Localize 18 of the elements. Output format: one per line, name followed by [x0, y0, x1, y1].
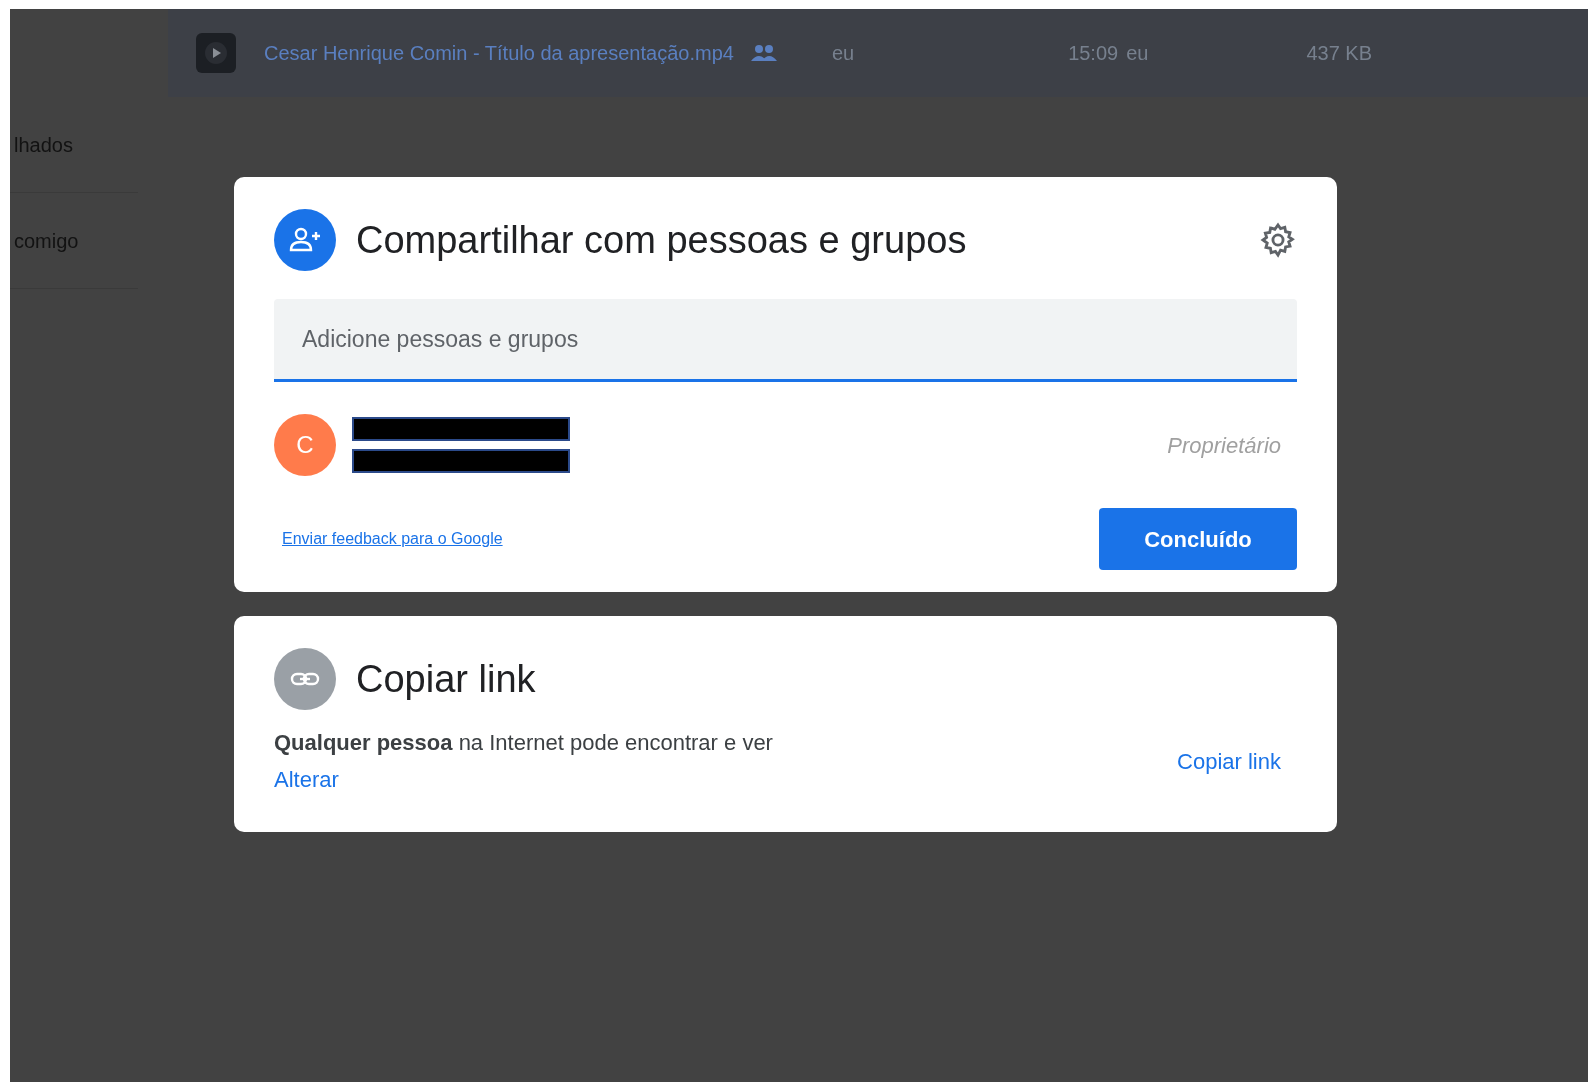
change-link[interactable]: Alterar [274, 763, 339, 796]
dialog-title: Compartilhar com pessoas e grupos [356, 217, 967, 263]
avatar: C [274, 414, 336, 476]
file-name: Cesar Henrique Comin - Título da apresentação.mp4 [264, 41, 734, 66]
done-button[interactable]: Concluído [1099, 508, 1297, 570]
role-label: Proprietário [1167, 431, 1281, 460]
file-size: 437 KB [1306, 41, 1373, 66]
search-field[interactable]: Adicione pessoas e grupos [274, 299, 1297, 382]
owner-text: eu [831, 41, 855, 66]
settings-icon[interactable] [1259, 221, 1297, 259]
access-description: Qualquer pessoa na Internet pode encontrar e ver [274, 729, 773, 757]
copy-link-button[interactable]: Copiar link [1177, 744, 1281, 778]
modified-time: 15:09 [1068, 41, 1119, 66]
feedback-link[interactable]: Enviar feedback para o Google [282, 527, 503, 551]
dialog-title: Copiar link [356, 656, 536, 702]
modified-by-text: eu [1126, 41, 1149, 66]
video-thumbnail-icon [196, 33, 236, 73]
file-row[interactable]: Cesar Henrique Comin - Título da apresentação.mp4 eu 15:09 eu 437 KB [168, 9, 1588, 97]
